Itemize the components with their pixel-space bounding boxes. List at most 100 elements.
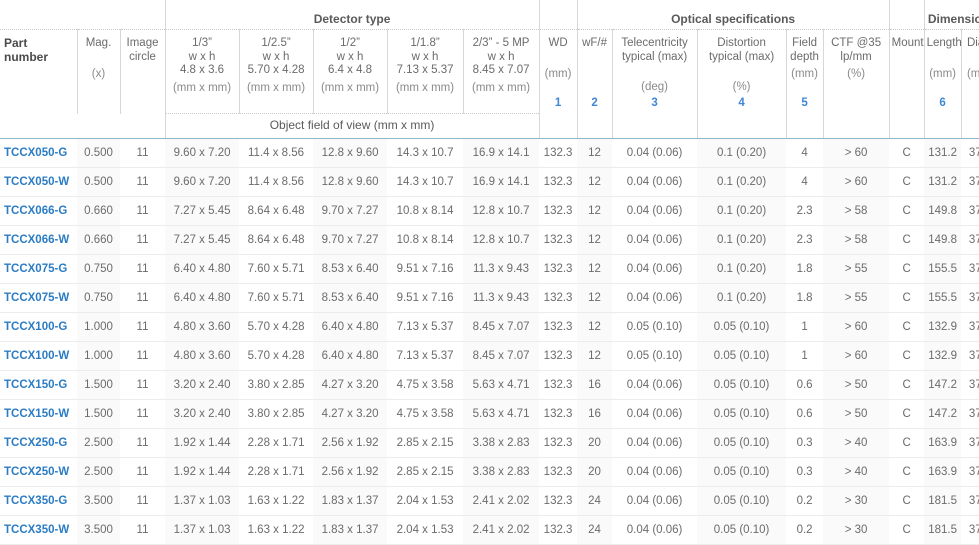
cell-distortion: 0.05 (0.10) xyxy=(697,313,786,342)
cell-mount: C xyxy=(889,197,924,226)
part-number-link[interactable]: TCCX050-W xyxy=(0,168,77,197)
cell-ctf: > 58 xyxy=(823,226,889,255)
cell-length: 155.5 xyxy=(924,255,961,284)
part-number-link[interactable]: TCCX100-G xyxy=(0,313,77,342)
footnote-ref-telecentricity[interactable]: 3 xyxy=(612,95,697,114)
cell-mag: 0.500 xyxy=(77,139,120,168)
footnote-ref-wd[interactable]: 1 xyxy=(539,95,577,114)
cell-det_1_3: 1.37 x 1.03 xyxy=(165,516,239,545)
part-number-link[interactable]: TCCX350-W xyxy=(0,516,77,545)
cell-det_1_18: 14.3 x 10.7 xyxy=(387,139,463,168)
col-header-distortion: Distortion typical (max) (%) xyxy=(697,30,786,96)
cell-det_2_3: 2.41 x 2.02 xyxy=(463,487,539,516)
group-detector-type: Detector type xyxy=(165,0,539,30)
cell-det_1_2: 2.56 x 1.92 xyxy=(313,458,387,487)
footnote-ref-field-depth[interactable]: 5 xyxy=(786,95,823,114)
cell-det_1_25: 7.60 x 5.71 xyxy=(239,255,313,284)
cell-diam: 37.7 xyxy=(961,197,979,226)
cell-length: 131.2 xyxy=(924,168,961,197)
ofv-blank-ctf xyxy=(823,114,889,139)
cell-det_1_25: 1.63 x 1.22 xyxy=(239,516,313,545)
cell-mag: 0.660 xyxy=(77,226,120,255)
cell-mount: C xyxy=(889,371,924,400)
cell-det_2_3: 5.63 x 4.71 xyxy=(463,371,539,400)
cell-mount: C xyxy=(889,342,924,371)
col-title-telecentricity: Telecentricity typical (max) xyxy=(621,37,687,63)
cell-telecentricity: 0.05 (0.10) xyxy=(612,342,697,371)
col-header-wd: WD (mm) xyxy=(539,30,577,96)
cell-telecentricity: 0.04 (0.06) xyxy=(612,516,697,545)
cell-det_1_2: 9.70 x 7.27 xyxy=(313,226,387,255)
cell-det_1_25: 3.80 x 2.85 xyxy=(239,400,313,429)
cell-field_depth: 1.8 xyxy=(786,284,823,313)
table-row: TCCX250-W2.500111.92 x 1.442.28 x 1.712.… xyxy=(0,458,979,487)
cell-image_circle: 11 xyxy=(120,400,165,429)
cell-det_1_3: 6.40 x 4.80 xyxy=(165,255,239,284)
part-number-link[interactable]: TCCX150-W xyxy=(0,400,77,429)
col-sub-det-1-3: w x h xyxy=(168,51,237,65)
cell-mag: 3.500 xyxy=(77,487,120,516)
cell-det_1_18: 7.13 x 5.37 xyxy=(387,313,463,342)
cell-length: 147.2 xyxy=(924,400,961,429)
cell-wd: 132.3 xyxy=(539,168,577,197)
col-sub-det-2-3: w x h xyxy=(466,51,537,65)
col-unit-mag: (x) xyxy=(80,68,118,82)
table-row: TCCX075-G0.750116.40 x 4.807.60 x 5.718.… xyxy=(0,255,979,284)
cell-wfnum: 12 xyxy=(577,197,612,226)
col-unit-det-1-25: (mm x mm) xyxy=(242,82,311,96)
cell-telecentricity: 0.04 (0.06) xyxy=(612,400,697,429)
table-row: TCCX066-W0.660117.27 x 5.458.64 x 6.489.… xyxy=(0,226,979,255)
cell-det_1_25: 2.28 x 1.71 xyxy=(239,429,313,458)
cell-image_circle: 11 xyxy=(120,342,165,371)
col-unit-ctf: (%) xyxy=(826,68,887,82)
group-blank-left xyxy=(0,0,165,30)
cell-det_1_2: 2.56 x 1.92 xyxy=(313,429,387,458)
cell-det_1_2: 12.8 x 9.60 xyxy=(313,168,387,197)
col-header-length: Length (mm) xyxy=(924,30,961,96)
cell-mount: C xyxy=(889,226,924,255)
cell-distortion: 0.05 (0.10) xyxy=(697,371,786,400)
part-number-link[interactable]: TCCX250-W xyxy=(0,458,77,487)
table-row: TCCX100-W1.000114.80 x 3.605.70 x 4.286.… xyxy=(0,342,979,371)
part-number-link[interactable]: TCCX075-W xyxy=(0,284,77,313)
cell-det_1_2: 1.83 x 1.37 xyxy=(313,516,387,545)
cell-wd: 132.3 xyxy=(539,342,577,371)
part-number-link[interactable]: TCCX050-G xyxy=(0,139,77,168)
cell-diam: 37.7 xyxy=(961,342,979,371)
part-number-link[interactable]: TCCX100-W xyxy=(0,342,77,371)
col-header-det-1-18: 1/1.8” w x h 7.13 x 5.37 (mm x mm) xyxy=(387,30,463,96)
col-dims-det-1-2: 6.4 x 4.8 xyxy=(316,64,385,78)
part-number-link[interactable]: TCCX075-G xyxy=(0,255,77,284)
cell-wfnum: 24 xyxy=(577,487,612,516)
footnote-ref-length[interactable]: 6 xyxy=(924,95,961,114)
cell-field_depth: 0.2 xyxy=(786,487,823,516)
part-number-link[interactable]: TCCX250-G xyxy=(0,429,77,458)
footnote-ref-wfnum[interactable]: 2 xyxy=(577,95,612,114)
cell-image_circle: 11 xyxy=(120,168,165,197)
cell-diam: 37.7 xyxy=(961,226,979,255)
cell-mount: C xyxy=(889,313,924,342)
col-unit-telecentricity: (deg) xyxy=(615,81,695,95)
part-number-link[interactable]: TCCX066-W xyxy=(0,226,77,255)
table-row: TCCX350-W3.500111.37 x 1.031.63 x 1.221.… xyxy=(0,516,979,545)
footnote-ref-det-2-3 xyxy=(463,95,539,114)
cell-det_1_18: 2.04 x 1.53 xyxy=(387,487,463,516)
cell-wfnum: 20 xyxy=(577,458,612,487)
part-number-link[interactable]: TCCX150-G xyxy=(0,371,77,400)
col-header-ctf: CTF @35 lp/mm (%) xyxy=(823,30,889,96)
cell-diam: 37.7 xyxy=(961,400,979,429)
cell-wfnum: 12 xyxy=(577,226,612,255)
group-header-row: Detector type Optical specifications Dim… xyxy=(0,0,979,30)
part-number-link[interactable]: TCCX350-G xyxy=(0,487,77,516)
cell-field_depth: 2.3 xyxy=(786,226,823,255)
cell-telecentricity: 0.04 (0.06) xyxy=(612,458,697,487)
footnote-ref-distortion[interactable]: 4 xyxy=(697,95,786,114)
cell-wd: 132.3 xyxy=(539,487,577,516)
cell-mount: C xyxy=(889,139,924,168)
part-number-link[interactable]: TCCX066-G xyxy=(0,197,77,226)
cell-field_depth: 0.3 xyxy=(786,458,823,487)
cell-wfnum: 12 xyxy=(577,139,612,168)
cell-diam: 37.7 xyxy=(961,139,979,168)
cell-det_1_2: 6.40 x 4.80 xyxy=(313,342,387,371)
table-body: TCCX050-G0.500119.60 x 7.2011.4 x 8.5612… xyxy=(0,139,979,545)
